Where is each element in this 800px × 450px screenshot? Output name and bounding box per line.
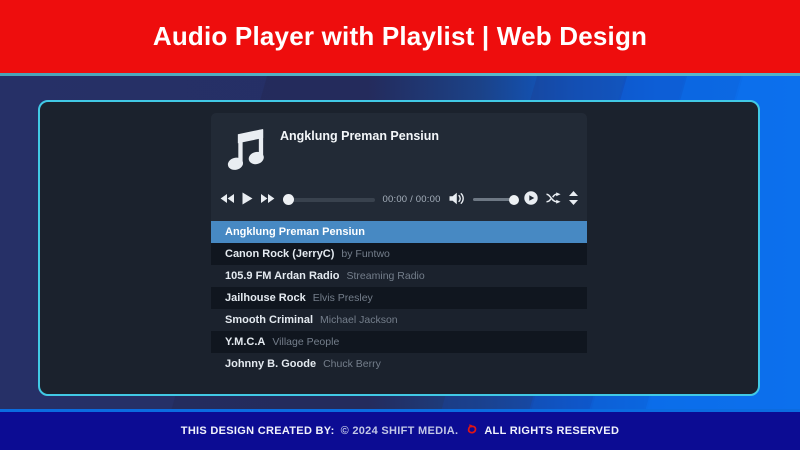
track-artist: Streaming Radio (346, 270, 425, 282)
track-title: 105.9 FM Ardan Radio (225, 270, 340, 282)
main-background: Angklung Preman Pensiun 00:00 / 00:00 An… (0, 76, 800, 409)
play-circle-button[interactable] (524, 191, 538, 208)
music-note-icon (224, 126, 266, 172)
player-controls: 00:00 / 00:00 (211, 178, 587, 221)
playlist-row[interactable]: Angklung Preman Pensiun (211, 221, 587, 243)
footer-created-by: THIS DESIGN CREATED BY: (180, 425, 335, 437)
progress-track (283, 197, 375, 202)
track-artist: Chuck Berry (323, 358, 381, 370)
footer-rights: ALL RIGHTS RESERVED (484, 425, 620, 437)
track-title: Johnny B. Goode (225, 358, 317, 370)
track-title: Jailhouse Rock (225, 292, 306, 304)
progress-thumb[interactable] (283, 194, 294, 205)
now-playing-title: Angklung Preman Pensiun (280, 129, 440, 143)
player-card-header: Angklung Preman Pensiun (211, 113, 587, 178)
track-artist: Michael Jackson (320, 314, 398, 326)
mute-button[interactable] (449, 192, 465, 208)
next-button[interactable] (261, 192, 275, 207)
playlist-scroll-button[interactable] (569, 191, 578, 208)
page-footer: THIS DESIGN CREATED BY: © 2024 SHIFT MED… (0, 409, 800, 450)
track-title: Angklung Preman Pensiun (225, 226, 365, 238)
next-icon (261, 192, 275, 207)
page-title: Audio Player with Playlist | Web Design (152, 21, 648, 51)
track-title: Smooth Criminal (225, 314, 314, 326)
playlist-row[interactable]: Y.M.C.A Village People (211, 331, 587, 353)
shuffle-icon (546, 192, 561, 207)
track-artist: by Funtwo (341, 248, 390, 260)
play-icon (242, 192, 253, 208)
track-artist: Village People (272, 336, 340, 348)
track-artist: Elvis Presley (312, 292, 373, 304)
playlist-row[interactable]: Smooth Criminal Michael Jackson (211, 309, 587, 331)
audio-player-card: Angklung Preman Pensiun 00:00 / 00:00 An… (211, 113, 587, 375)
track-title: Canon Rock (JerryC) (225, 248, 335, 260)
volume-slider[interactable] (472, 194, 519, 205)
play-circle-icon (524, 191, 538, 208)
play-button[interactable] (242, 192, 253, 208)
page-header: Audio Player with Playlist | Web Design (0, 0, 800, 73)
time-display: 00:00 / 00:00 (382, 194, 441, 205)
progress-slider[interactable] (283, 194, 375, 205)
playlist: Angklung Preman Pensiun Canon Rock (Jerr… (211, 221, 587, 375)
previous-button[interactable] (220, 192, 234, 207)
playlist-row[interactable]: 105.9 FM Ardan Radio Streaming Radio (211, 265, 587, 287)
player-panel: Angklung Preman Pensiun 00:00 / 00:00 An… (38, 100, 760, 396)
previous-icon (220, 192, 234, 207)
playlist-row[interactable]: Johnny B. Goode Chuck Berry (211, 353, 587, 375)
playlist-row[interactable]: Jailhouse Rock Elvis Presley (211, 287, 587, 309)
playlist-row[interactable]: Canon Rock (JerryC) by Funtwo (211, 243, 587, 265)
volume-thumb[interactable] (508, 194, 519, 205)
up-down-arrows-icon (569, 191, 578, 208)
shuffle-button[interactable] (546, 192, 561, 207)
volume-icon (449, 192, 465, 208)
footer-copyright: © 2024 SHIFT MEDIA. (340, 425, 459, 437)
red-swirl-logo-icon (464, 423, 478, 439)
track-title: Y.M.C.A (225, 336, 266, 348)
